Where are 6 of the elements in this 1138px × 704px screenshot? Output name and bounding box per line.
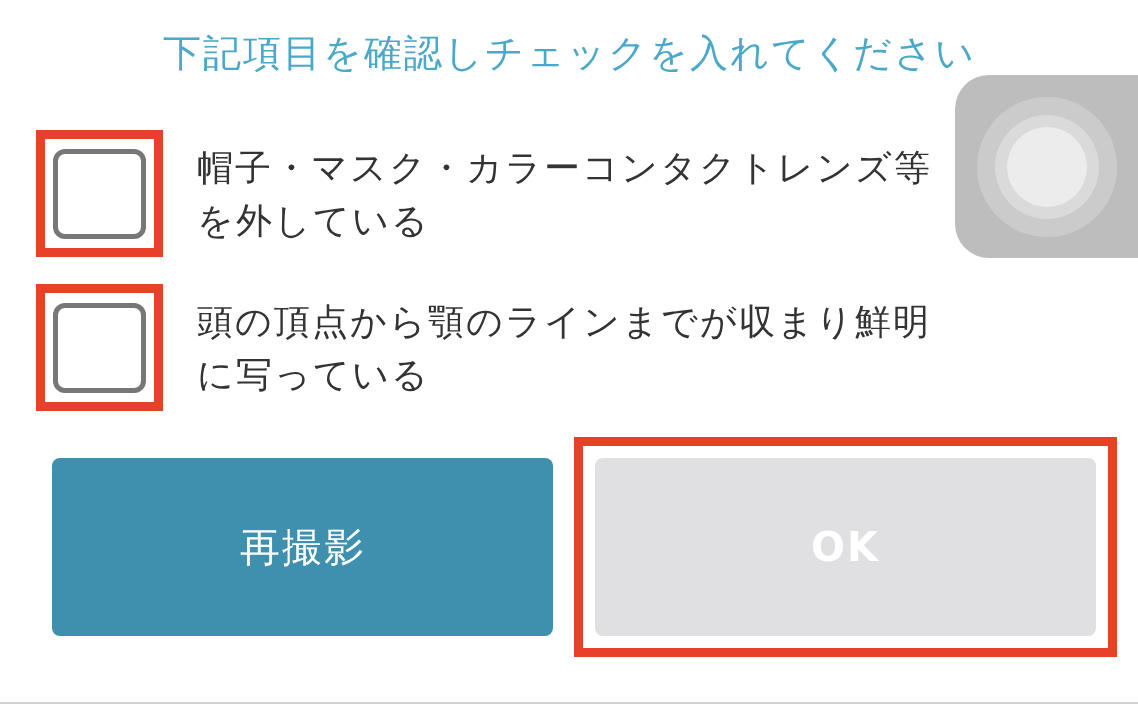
instruction-title: 下記項目を確認しチェックを入れてください	[161, 30, 977, 77]
checkbox[interactable]	[53, 148, 146, 239]
retake-button[interactable]: 再撮影	[52, 458, 553, 636]
checkbox[interactable]	[53, 302, 146, 393]
checkbox-label: 帽子・マスク・カラーコンタクトレンズ等を外している	[197, 145, 933, 243]
checkbox-label: 頭の頂点から顎のラインまでが収まり鮮明に写っている	[197, 299, 932, 397]
